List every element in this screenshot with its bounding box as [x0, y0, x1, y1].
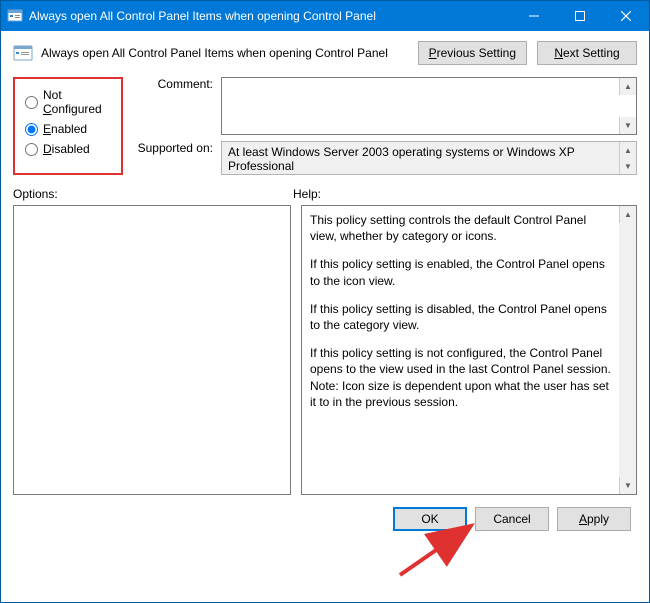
scroll-up-icon[interactable]: ▲	[619, 142, 636, 158]
help-paragraph: If this policy setting is disabled, the …	[310, 301, 614, 333]
next-setting-button[interactable]: Next Setting	[537, 41, 637, 65]
scroll-up-icon[interactable]: ▲	[619, 206, 636, 223]
help-paragraph: This policy setting controls the default…	[310, 212, 614, 244]
help-panel: This policy setting controls the default…	[301, 205, 637, 495]
scroll-up-icon[interactable]: ▲	[619, 78, 636, 95]
previous-setting-button[interactable]: Previous Setting	[418, 41, 527, 65]
close-button[interactable]	[603, 1, 649, 31]
comment-label: Comment:	[133, 77, 213, 135]
scroll-down-icon[interactable]: ▼	[619, 477, 636, 494]
minimize-button[interactable]	[511, 1, 557, 31]
cancel-button[interactable]: Cancel	[475, 507, 549, 531]
radio-enabled[interactable]: Enabled	[25, 119, 111, 139]
policy-icon	[13, 43, 33, 63]
radio-disabled[interactable]: Disabled	[25, 139, 111, 159]
scroll-down-icon[interactable]: ▼	[619, 117, 636, 134]
window-icon	[7, 8, 23, 24]
options-panel	[13, 205, 291, 495]
apply-button[interactable]: Apply	[557, 507, 631, 531]
policy-title: Always open All Control Panel Items when…	[41, 46, 410, 60]
window-title: Always open All Control Panel Items when…	[29, 9, 511, 23]
title-bar: Always open All Control Panel Items when…	[1, 1, 649, 31]
help-paragraph: Note: Icon size is dependent upon what t…	[310, 378, 614, 410]
help-scrollbar[interactable]: ▲ ▼	[619, 206, 636, 494]
help-paragraph: If this policy setting is not configured…	[310, 345, 614, 377]
supported-on-text: At least Windows Server 2003 operating s…	[221, 141, 637, 175]
options-label: Options:	[13, 187, 293, 201]
maximize-button[interactable]	[557, 1, 603, 31]
policy-state-group: Not Configured Enabled Disabled	[13, 77, 123, 175]
supported-on-label: Supported on:	[133, 141, 213, 155]
radio-not-configured[interactable]: Not Configured	[25, 85, 111, 119]
comment-textarea[interactable]: ▲ ▼	[221, 77, 637, 135]
scroll-down-icon[interactable]: ▼	[619, 158, 636, 174]
help-label: Help:	[293, 187, 321, 201]
help-paragraph: If this policy setting is enabled, the C…	[310, 256, 614, 288]
ok-button[interactable]: OK	[393, 507, 467, 531]
